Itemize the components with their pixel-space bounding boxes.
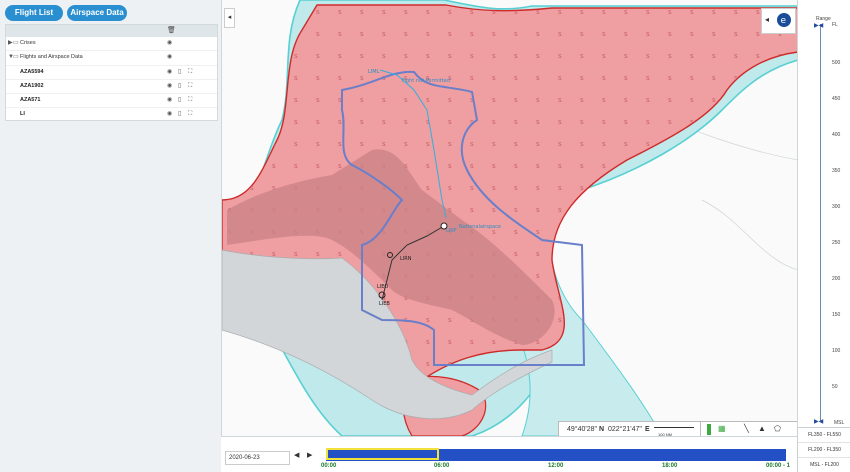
timeline-selection[interactable] xyxy=(326,448,439,460)
zoom-to-icon[interactable]: ⛶ xyxy=(188,66,192,79)
ruler-tick: 50 xyxy=(832,384,838,390)
map-label-lieb: LIEB xyxy=(379,301,390,307)
eye-icon[interactable]: ◉ xyxy=(167,37,172,50)
prev-day-icon[interactable]: ◀ xyxy=(294,451,299,459)
eye-icon[interactable]: ◉ xyxy=(167,51,172,64)
ruler-top-value: FL xyxy=(832,22,838,28)
collapse-arrow-icon[interactable]: ◂ xyxy=(765,15,769,24)
flight-label: AZA1902 xyxy=(20,82,44,89)
map-label-liml: LIML xyxy=(368,69,380,75)
eye-icon[interactable]: ◉ xyxy=(167,66,172,79)
level-filter-icon[interactable] xyxy=(707,424,711,435)
flight-list-button[interactable]: Flight List xyxy=(5,5,63,21)
time-label: 18:00 xyxy=(662,463,678,469)
fl-option-350-550[interactable]: FL350 - FL550 xyxy=(798,428,850,443)
zoom-to-icon[interactable]: ⛶ xyxy=(188,108,192,121)
map-toolbar: ▦ ╲ ▲ ⬠ xyxy=(700,421,798,436)
left-panel: Flight List Airspace Data 🗑 ▶ ▭ Crises ◉… xyxy=(0,0,221,472)
app-window: Flight List Airspace Data 🗑 ▶ ▭ Crises ◉… xyxy=(0,0,850,472)
trash-icon[interactable]: ▯ xyxy=(178,80,181,93)
trash-icon[interactable]: ▯ xyxy=(178,94,181,107)
airspace-data-button[interactable]: Airspace Data xyxy=(67,5,127,21)
upper-handle-icon[interactable]: ▶◀ xyxy=(814,22,823,29)
map-label-lieo: LIEO xyxy=(377,284,388,290)
ruler-axis xyxy=(820,24,821,422)
time-label: 00:00 xyxy=(321,463,337,469)
flight-label: AZA5594 xyxy=(20,68,44,75)
map-canvas[interactable]: s LIML Nati xyxy=(222,0,798,436)
svg-text:e: e xyxy=(781,16,787,26)
map-view[interactable]: s LIML Nati xyxy=(221,0,798,436)
map-label-flight-note: Fight not Permitted xyxy=(402,78,450,84)
logo-button[interactable]: ◂ e xyxy=(761,8,796,34)
ruler-tick: 150 xyxy=(832,312,841,318)
trash-icon[interactable]: 🗑 xyxy=(167,26,176,34)
fl-option-msl-200[interactable]: MSL - FL200 xyxy=(798,458,850,472)
folder-icon: ▭ xyxy=(13,54,19,61)
layer-row-aza1902[interactable]: AZA1902 ◉ ▯ ⛶ xyxy=(6,80,217,95)
folder-icon: ▭ xyxy=(13,40,19,46)
calendar-icon[interactable]: ▦ xyxy=(718,424,726,433)
time-label: 12:00 xyxy=(548,463,564,469)
eye-icon[interactable]: ◉ xyxy=(167,80,172,93)
collapse-panel-button[interactable]: ◂ xyxy=(224,8,235,28)
flight-level-menu: FL350 - FL550 FL200 - FL350 MSL - FL200 xyxy=(797,427,850,472)
layer-row-crises[interactable]: ▶ ▭ Crises ◉ xyxy=(6,37,217,52)
layer-label: Crises xyxy=(20,40,36,46)
ruler-tool-icon[interactable]: ╲ xyxy=(744,424,749,433)
flight-label: LI xyxy=(20,111,25,118)
layer-row-flights-airspace[interactable]: ▼ ▭ Flights and Airspace Data ◉ xyxy=(6,51,217,66)
ruler-tick: 450 xyxy=(832,96,841,102)
coords-lat: 49°40'28" xyxy=(567,426,597,433)
date-input[interactable]: 2020-06-23 xyxy=(225,451,290,465)
layer-row-li[interactable]: LI ◉ ▯ ⛶ xyxy=(6,108,217,121)
ruler-bottom-label: MSL xyxy=(834,420,845,426)
ruler-tick: 100 xyxy=(832,348,841,354)
eurocontrol-logo-icon: e xyxy=(777,13,791,27)
map-label-lirf: LIRF xyxy=(446,228,457,234)
lower-handle-icon[interactable]: ▶◀ xyxy=(814,418,823,425)
zoom-to-icon[interactable]: ⛶ xyxy=(188,80,192,93)
ruler-tick: 200 xyxy=(832,276,841,282)
scale-label: 100 NM xyxy=(658,432,673,436)
trash-icon[interactable]: ▯ xyxy=(178,66,181,79)
flight-label: AZA571 xyxy=(20,97,41,104)
ruler-tick: 400 xyxy=(832,132,841,138)
layer-row-aza5594[interactable]: AZA5594 ◉ ▯ ⛶ xyxy=(6,66,217,80)
coords-lon-dir: E xyxy=(645,426,650,433)
layer-row-aza571[interactable]: AZA571 ◉ ▯ ⛶ xyxy=(6,94,217,109)
eye-icon[interactable]: ◉ xyxy=(167,108,172,121)
map-label-lirn: LIRN xyxy=(400,256,412,262)
fl-option-200-350[interactable]: FL200 - FL350 xyxy=(798,443,850,458)
terrain-tool-icon[interactable]: ▲ xyxy=(758,424,766,433)
ruler-tick: 300 xyxy=(832,204,841,210)
time-label: 06:00 xyxy=(434,463,450,469)
ruler-tick: 350 xyxy=(832,168,841,174)
layer-label: Flights and Airspace Data xyxy=(20,54,83,61)
altitude-ruler[interactable]: Range FL ▶◀ ▶◀ 500 450 400 350 300 250 2… xyxy=(797,0,850,472)
next-day-icon[interactable]: ▶ xyxy=(307,451,312,459)
zoom-to-icon[interactable]: ⛶ xyxy=(188,94,192,107)
layer-panel: 🗑 ▶ ▭ Crises ◉ ▼ ▭ Flights and Airspace … xyxy=(5,24,218,121)
timeline-bar: 2020-06-23 ◀ ▶ 00:00 06:00 12:00 18:00 0… xyxy=(221,436,797,472)
coords-lat-dir: N xyxy=(599,426,605,433)
polygon-tool-icon[interactable]: ⬠ xyxy=(774,424,781,433)
ruler-tick: 250 xyxy=(832,240,841,246)
eye-icon[interactable]: ◉ xyxy=(167,94,172,107)
map-label-national-airspace: Nationalairspace xyxy=(459,224,501,230)
coords-lon: 022°21'47" xyxy=(608,426,642,433)
expand-arrow-icon[interactable]: ▶ xyxy=(8,37,13,50)
ruler-tick: 500 xyxy=(832,60,841,66)
layer-panel-header: 🗑 xyxy=(6,25,217,37)
time-label: 00:00 - 1 xyxy=(766,463,791,469)
trash-icon[interactable]: ▯ xyxy=(178,108,181,121)
